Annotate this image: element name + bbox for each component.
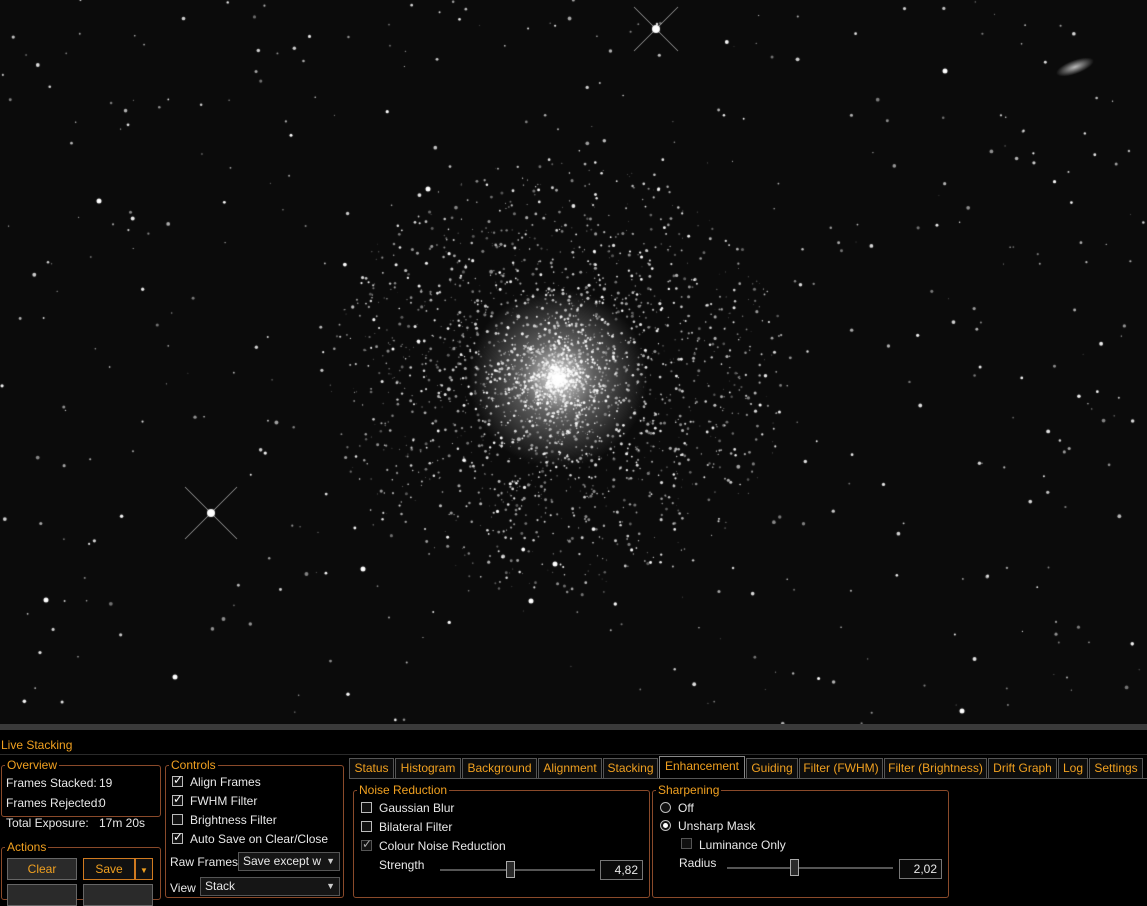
tab-log[interactable]: Log (1058, 758, 1088, 778)
brightness-filter-checkbox[interactable] (172, 814, 183, 825)
actions-legend: Actions (7, 840, 47, 854)
tab-alignment[interactable]: Alignment (538, 758, 602, 778)
tab-settings[interactable]: Settings (1089, 758, 1143, 778)
sharpening-off-radio[interactable] (660, 802, 671, 813)
frames-stacked-value: 19 (99, 776, 113, 790)
fwhm-filter-checkbox[interactable] (172, 792, 183, 806)
raw-frames-select[interactable]: Save except w ▼ (238, 852, 340, 871)
tab-status[interactable]: Status (349, 758, 394, 778)
tab-enhancement[interactable]: Enhancement (659, 756, 745, 779)
colour-noise-label[interactable]: Colour Noise Reduction (379, 839, 506, 853)
bilateral-filter-checkbox[interactable] (361, 821, 372, 832)
sharpening-group: Sharpening (652, 783, 949, 898)
strength-slider-thumb[interactable] (505, 861, 515, 878)
action-button-row2-right[interactable] (83, 884, 153, 906)
total-exposure-label: Total Exposure: (6, 816, 89, 830)
radius-input[interactable]: 2,02 (899, 859, 942, 879)
stacked-image-preview[interactable] (0, 0, 1147, 724)
chevron-down-icon: ▼ (140, 866, 148, 875)
unsharp-mask-radio[interactable] (660, 820, 671, 831)
gaussian-blur-label[interactable]: Gaussian Blur (379, 801, 454, 815)
panel-title-divider (0, 754, 1147, 755)
strength-label: Strength (379, 858, 425, 872)
clear-button[interactable]: Clear (7, 858, 77, 880)
auto-save-checkbox[interactable] (172, 830, 183, 844)
align-frames-checkbox[interactable] (172, 773, 183, 787)
sharpening-off-label[interactable]: Off (678, 801, 694, 815)
radius-slider-track[interactable] (727, 867, 893, 869)
chevron-down-icon: ▼ (326, 856, 335, 866)
luminance-only-label[interactable]: Luminance Only (699, 838, 786, 852)
raw-frames-value: Save except w (243, 854, 322, 868)
action-button-row2-left[interactable] (7, 884, 77, 906)
raw-frames-label: Raw Frames (170, 855, 239, 869)
tab-filter-fwhm[interactable]: Filter (FWHM) (799, 758, 883, 778)
tab-body-divider (349, 778, 1147, 779)
unsharp-mask-label[interactable]: Unsharp Mask (678, 819, 755, 833)
frames-stacked-label: Frames Stacked: (6, 776, 97, 790)
chevron-down-icon: ▼ (326, 881, 335, 891)
tab-background[interactable]: Background (462, 758, 537, 778)
view-label: View (170, 881, 196, 895)
sharpening-legend: Sharpening (658, 783, 720, 797)
controls-legend: Controls (171, 758, 216, 772)
luminance-only-checkbox[interactable] (681, 838, 692, 849)
radius-slider-thumb[interactable] (789, 859, 799, 876)
noise-reduction-legend: Noise Reduction (359, 783, 448, 797)
frames-rejected-value: 0 (99, 796, 106, 810)
align-frames-label[interactable]: Align Frames (190, 775, 261, 789)
panel-title: Live Stacking (1, 738, 73, 752)
brightness-filter-label[interactable]: Brightness Filter (190, 813, 277, 827)
bilateral-filter-label[interactable]: Bilateral Filter (379, 820, 452, 834)
frames-rejected-label: Frames Rejected: (6, 796, 101, 810)
save-dropdown-button[interactable]: ▼ (135, 858, 153, 880)
save-button[interactable]: Save (83, 858, 135, 880)
strength-slider-track[interactable] (440, 869, 595, 871)
tab-histogram[interactable]: Histogram (395, 758, 461, 778)
gaussian-blur-checkbox[interactable] (361, 802, 372, 813)
tab-guiding[interactable]: Guiding (746, 758, 798, 778)
fwhm-filter-label[interactable]: FWHM Filter (190, 794, 257, 808)
live-stacking-panel: Live Stacking Overview Frames Stacked: 1… (0, 724, 1147, 906)
auto-save-label[interactable]: Auto Save on Clear/Close (190, 832, 328, 846)
total-exposure-value: 17m 20s (99, 816, 146, 830)
view-select[interactable]: Stack ▼ (200, 877, 340, 896)
colour-noise-checkbox[interactable] (361, 837, 372, 851)
overview-legend: Overview (7, 758, 58, 772)
view-value: Stack (205, 879, 236, 893)
tab-drift-graph[interactable]: Drift Graph (988, 758, 1057, 778)
tab-stacking[interactable]: Stacking (603, 758, 658, 778)
tab-filter-brightness[interactable]: Filter (Brightness) (884, 758, 987, 778)
strength-input[interactable]: 4,82 (600, 860, 643, 880)
radius-label: Radius (679, 856, 717, 870)
